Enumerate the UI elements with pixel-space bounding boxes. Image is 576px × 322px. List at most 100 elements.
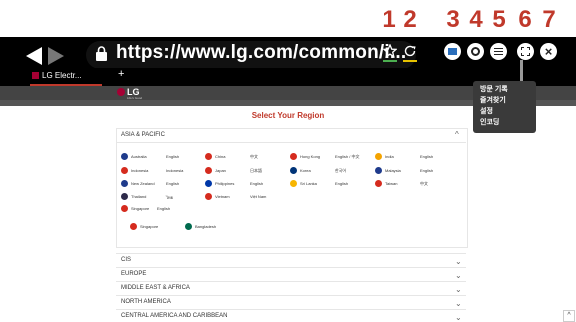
menu-item-encoding[interactable]: 인코딩 [480,117,499,127]
country-name: Singapore [140,224,159,229]
country-item[interactable]: Japan [205,167,226,174]
country-name: Australia [131,154,147,159]
region-europe[interactable]: EUROPE [121,271,146,277]
country-language-link[interactable]: 中文 [420,181,428,187]
country-item[interactable]: Korea [290,167,311,174]
flag-icon [375,167,382,174]
country-item[interactable]: Singapore [130,223,158,230]
chevron-down-icon[interactable]: ⌄ [455,285,462,294]
chevron-down-icon[interactable]: ⌄ [455,271,462,280]
country-item[interactable]: Philippines [205,180,234,187]
country-item[interactable]: Australia [121,153,147,160]
country-item[interactable]: New Zealand [121,180,155,187]
country-language-link[interactable]: English [420,168,433,173]
menu-icon[interactable] [490,43,507,60]
flag-icon [121,193,128,200]
chevron-up-icon[interactable]: ^ [455,130,459,139]
favicon-icon [32,72,39,79]
url-text[interactable]: https://www.lg.com/common/i... [116,42,406,64]
callout-4: 4 [469,6,483,33]
country-language-link[interactable]: English [157,206,170,211]
flag-icon [130,223,137,230]
tab-view-icon[interactable] [444,43,461,60]
country-item[interactable]: Singapore [121,205,149,212]
country-item[interactable]: Vietnam [205,193,230,200]
country-name: Malaysia [385,168,401,173]
country-language-link[interactable]: English [166,154,179,159]
chevron-down-icon[interactable]: ⌄ [455,313,462,322]
country-name: China [215,154,226,159]
callout-2: 2 [403,6,417,33]
country-item[interactable]: Hong Kong [290,153,320,160]
flag-icon [375,180,382,187]
country-item[interactable]: India [375,153,394,160]
tab-label: LG Electr... [42,71,82,80]
chevron-down-icon[interactable]: ⌄ [455,299,462,308]
scroll-top-button[interactable]: ^ [563,310,575,322]
country-language-link[interactable]: ไทย [166,194,173,201]
refresh-icon[interactable] [403,44,417,58]
flag-icon [121,205,128,212]
country-language-link[interactable]: English [166,181,179,186]
country-name: New Zealand [131,181,155,186]
country-name: Philippines [215,181,235,186]
menu-item-settings[interactable]: 설정 [480,106,493,116]
zoom-icon[interactable] [467,43,484,60]
country-item[interactable]: Bangladesh [185,223,216,230]
country-item[interactable]: Sri Lanka [290,180,317,187]
tab-lg[interactable]: LG Electr... [32,71,82,80]
country-name: Bangladesh [195,224,217,229]
flag-icon [205,193,212,200]
tooltip-pointer [520,60,523,82]
country-item[interactable]: Taiwan [375,180,397,187]
flag-icon [121,153,128,160]
country-item[interactable]: China [205,153,225,160]
country-item[interactable]: Thailand [121,193,146,200]
asia-pacific-panel [116,128,468,248]
region-cis[interactable]: CIS [121,257,131,263]
country-item[interactable]: Indonesia [121,167,148,174]
back-icon[interactable] [26,47,42,65]
region-divider [116,281,466,282]
bookmark-icon[interactable] [383,44,397,58]
country-item[interactable]: Malaysia [375,167,401,174]
flag-icon [121,180,128,187]
region-middle-east-africa[interactable]: MIDDLE EAST & AFRICA [121,285,190,291]
menu-item-history[interactable]: 방문 기록 [480,84,508,94]
country-language-link[interactable]: Việt Nam [250,194,266,199]
forward-icon[interactable] [48,47,64,65]
panel-divider [116,142,466,143]
menu-item-bookmarks[interactable]: 즐겨찾기 [480,95,506,105]
country-language-link[interactable]: English [250,181,263,186]
flag-icon [121,167,128,174]
fullscreen-icon[interactable] [517,43,534,60]
region-central-america[interactable]: CENTRAL AMERICA AND CARIBBEAN [121,313,227,319]
country-language-link[interactable]: English / 中文 [335,154,359,160]
country-language-link[interactable]: English [420,154,433,159]
country-language-link[interactable]: 한국어 [335,168,346,174]
region-divider [116,295,466,296]
close-icon[interactable]: × [540,43,557,60]
country-name: Korea [300,168,311,173]
asia-pacific-header[interactable]: ASIA & PACIFIC [121,132,165,138]
country-language-link[interactable]: 中文 [250,154,258,160]
chevron-down-icon[interactable]: ⌄ [455,257,462,266]
country-language-link[interactable]: English [335,181,348,186]
country-name: Taiwan [385,181,398,186]
country-name: Singapore [131,206,150,211]
new-tab-button[interactable]: + [118,68,124,80]
callout-5: 5 [492,6,506,33]
country-name: Thailand [131,194,147,199]
country-name: India [385,154,394,159]
region-north-america[interactable]: NORTH AMERICA [121,299,171,305]
country-language-link[interactable]: Indonesia [166,168,183,173]
region-divider [116,267,466,268]
flag-icon [185,223,192,230]
flag-icon [290,153,297,160]
region-divider [116,253,466,254]
callout-6: 6 [518,6,532,33]
country-name: Sri Lanka [300,181,317,186]
flag-icon [375,153,382,160]
country-language-link[interactable]: 日本語 [250,168,262,174]
bookmark-indicator [383,60,397,62]
